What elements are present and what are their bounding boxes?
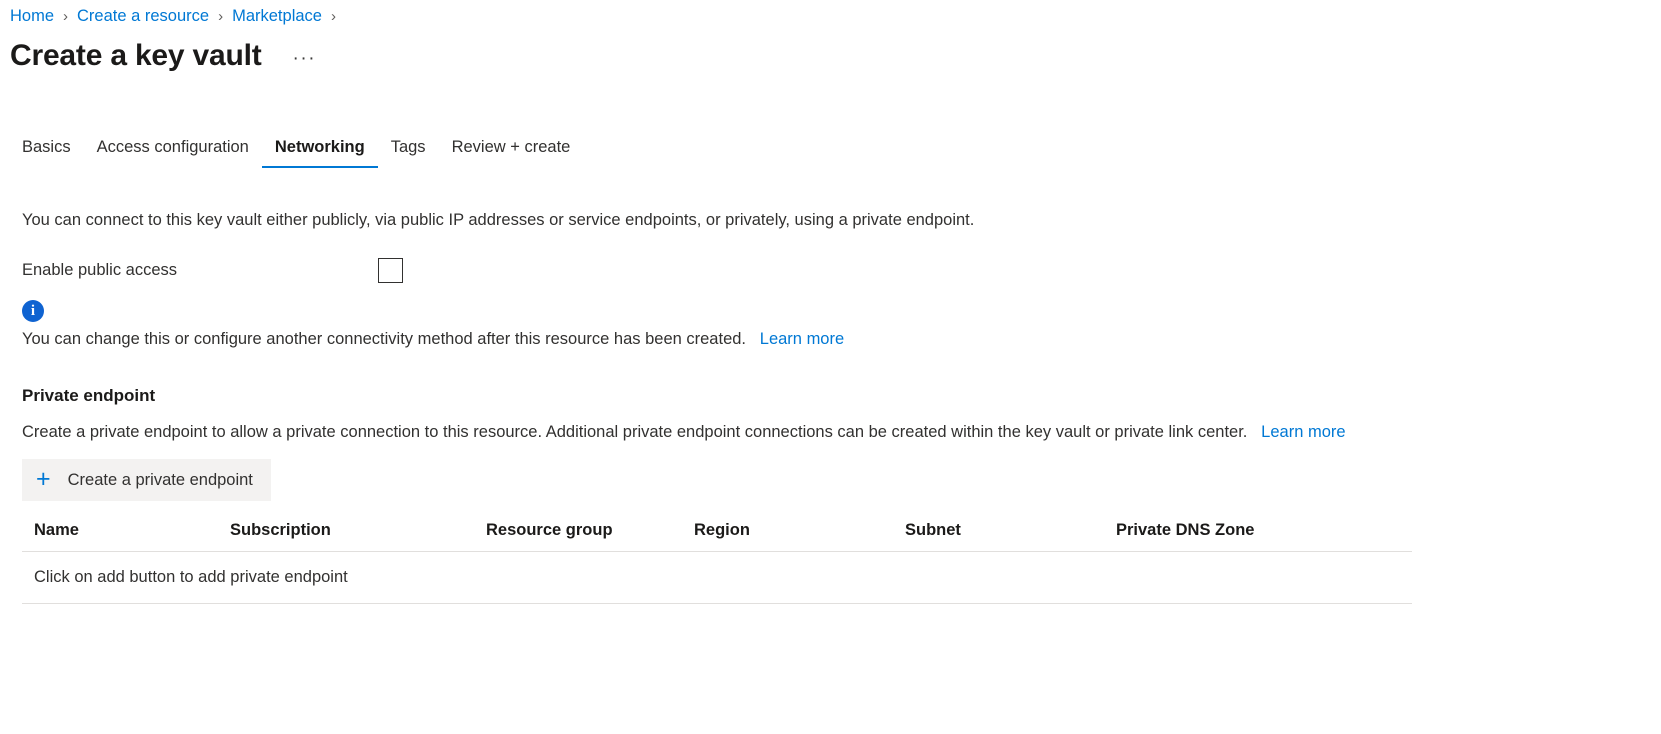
- breadcrumb-separator-icon: ›: [63, 7, 69, 25]
- networking-tab-panel: You can connect to this key vault either…: [0, 168, 1661, 605]
- column-header-subnet: Subnet: [905, 521, 1116, 553]
- enable-public-access-row: Enable public access: [22, 257, 1661, 283]
- breadcrumb-item-home[interactable]: Home: [10, 7, 54, 26]
- table-empty-row: Click on add button to add private endpo…: [22, 551, 1412, 605]
- page-header: Create a key vault ···: [0, 28, 1661, 76]
- wizard-tabs: Basics Access configuration Networking T…: [0, 128, 1661, 168]
- table-header-row: Name Subscription Resource group Region …: [22, 521, 1412, 553]
- tab-access-configuration[interactable]: Access configuration: [84, 138, 262, 168]
- table-body: Click on add button to add private endpo…: [22, 551, 1412, 605]
- tab-basics[interactable]: Basics: [10, 138, 84, 168]
- breadcrumb-item-create-a-resource[interactable]: Create a resource: [77, 7, 209, 26]
- private-endpoint-heading: Private endpoint: [22, 386, 156, 406]
- create-private-endpoint-button-label: Create a private endpoint: [67, 470, 253, 489]
- private-endpoint-description-body: Create a private endpoint to allow a pri…: [22, 423, 1248, 442]
- tab-review-create[interactable]: Review + create: [439, 138, 584, 168]
- info-message-text: You can change this or configure another…: [22, 330, 1661, 349]
- info-message: i You can change this or configure anoth…: [22, 300, 1661, 349]
- column-header-region: Region: [694, 521, 905, 553]
- breadcrumb-item-marketplace[interactable]: Marketplace: [232, 7, 322, 26]
- create-private-endpoint-button[interactable]: + Create a private endpoint: [22, 459, 271, 502]
- table-empty-message: Click on add button to add private endpo…: [22, 551, 1412, 605]
- tab-tags[interactable]: Tags: [378, 138, 439, 168]
- enable-public-access-label: Enable public access: [22, 260, 178, 279]
- info-message-body: You can change this or configure another…: [22, 330, 747, 349]
- breadcrumb-separator-icon: ›: [330, 7, 336, 25]
- enable-public-access-checkbox[interactable]: [378, 257, 403, 283]
- breadcrumb-separator-icon: ›: [218, 7, 224, 25]
- column-header-resource-group: Resource group: [486, 521, 694, 553]
- page-title: Create a key vault: [10, 38, 262, 72]
- private-endpoint-learn-more-link[interactable]: Learn more: [1261, 423, 1345, 441]
- more-options-icon[interactable]: ···: [288, 47, 321, 70]
- info-icon: i: [22, 300, 44, 323]
- breadcrumb: Home › Create a resource › Marketplace ›: [0, 0, 1661, 28]
- info-learn-more-link[interactable]: Learn more: [760, 330, 844, 348]
- column-header-name: Name: [22, 521, 230, 553]
- plus-icon: +: [36, 464, 51, 493]
- networking-intro-text: You can connect to this key vault either…: [22, 211, 975, 229]
- tab-networking[interactable]: Networking: [261, 138, 378, 168]
- private-endpoints-table: Name Subscription Resource group Region …: [22, 521, 1412, 605]
- private-endpoint-description: Create a private endpoint to allow a pri…: [22, 423, 1661, 442]
- column-header-private-dns-zone: Private DNS Zone: [1116, 521, 1412, 553]
- column-header-subscription: Subscription: [230, 521, 486, 553]
